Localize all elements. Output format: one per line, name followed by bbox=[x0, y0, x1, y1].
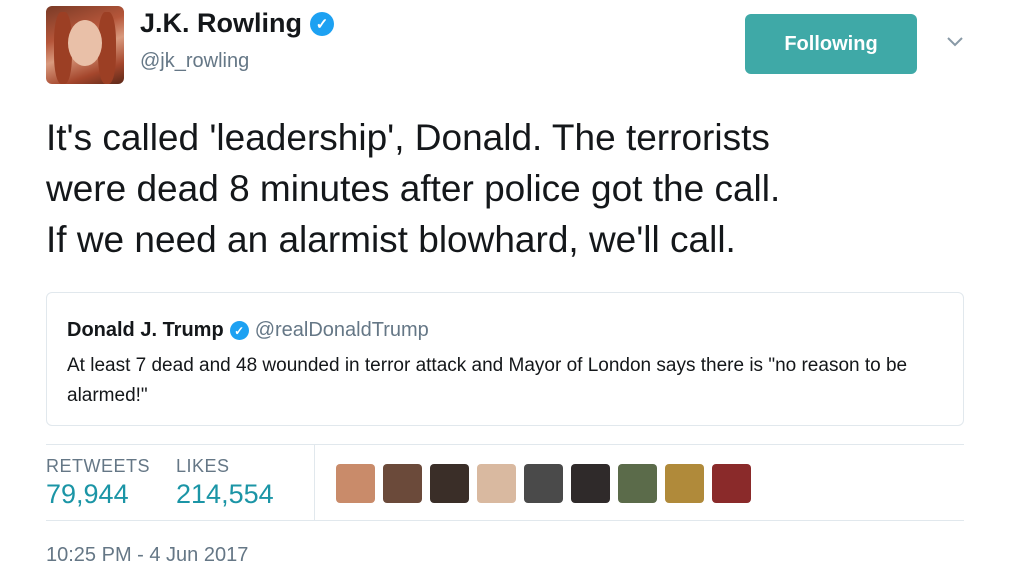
tweet-timestamp[interactable]: 10:25 PM - 4 Jun 2017 bbox=[46, 544, 248, 567]
liker-avatar[interactable] bbox=[383, 464, 422, 503]
liker-avatar[interactable] bbox=[571, 464, 610, 503]
liker-avatar[interactable] bbox=[524, 464, 563, 503]
liker-avatar[interactable] bbox=[665, 464, 704, 503]
quoted-tweet-header: Donald J. Trump ✓ @realDonaldTrump bbox=[67, 319, 429, 342]
verified-badge-icon: ✓ bbox=[310, 11, 334, 36]
retweets-count: 79,944 bbox=[46, 479, 129, 509]
quoted-author-name: Donald J. Trump bbox=[67, 319, 224, 341]
author-avatar[interactable] bbox=[46, 6, 124, 84]
retweets-stat[interactable]: RETWEETS 79,944 bbox=[46, 456, 150, 510]
chevron-down-icon[interactable] bbox=[944, 30, 966, 52]
retweets-label: RETWEETS bbox=[46, 456, 151, 476]
liker-avatar[interactable] bbox=[430, 464, 469, 503]
liker-avatar[interactable] bbox=[336, 464, 375, 503]
likes-count: 214,554 bbox=[176, 479, 274, 509]
stats-vertical-divider bbox=[314, 445, 315, 520]
liker-avatars bbox=[336, 464, 751, 503]
following-button[interactable]: Following bbox=[745, 14, 917, 74]
quoted-tweet-card[interactable]: Donald J. Trump ✓ @realDonaldTrump At le… bbox=[46, 292, 964, 426]
avatar-face bbox=[68, 20, 102, 66]
quoted-verified-badge-icon: ✓ bbox=[229, 321, 249, 340]
likes-stat[interactable]: LIKES 214,554 bbox=[176, 456, 274, 510]
quoted-tweet-text: At least 7 dead and 48 wounded in terror… bbox=[67, 355, 908, 406]
liker-avatar[interactable] bbox=[712, 464, 751, 503]
tweet-text: It's called 'leadership', Donald. The te… bbox=[46, 117, 781, 260]
likes-label: LIKES bbox=[176, 456, 230, 476]
author-name-row: J.K. Rowling ✓ bbox=[140, 8, 334, 39]
liker-avatar[interactable] bbox=[477, 464, 516, 503]
quoted-author-handle: @realDonaldTrump bbox=[254, 319, 429, 341]
author-handle[interactable]: @jk_rowling bbox=[140, 50, 249, 73]
stats-bottom-divider bbox=[46, 520, 964, 521]
liker-avatar[interactable] bbox=[618, 464, 657, 503]
stats-top-divider bbox=[46, 444, 964, 445]
author-name[interactable]: J.K. Rowling bbox=[140, 8, 302, 39]
tweet-stats: RETWEETS 79,944 LIKES 214,554 bbox=[46, 456, 274, 510]
